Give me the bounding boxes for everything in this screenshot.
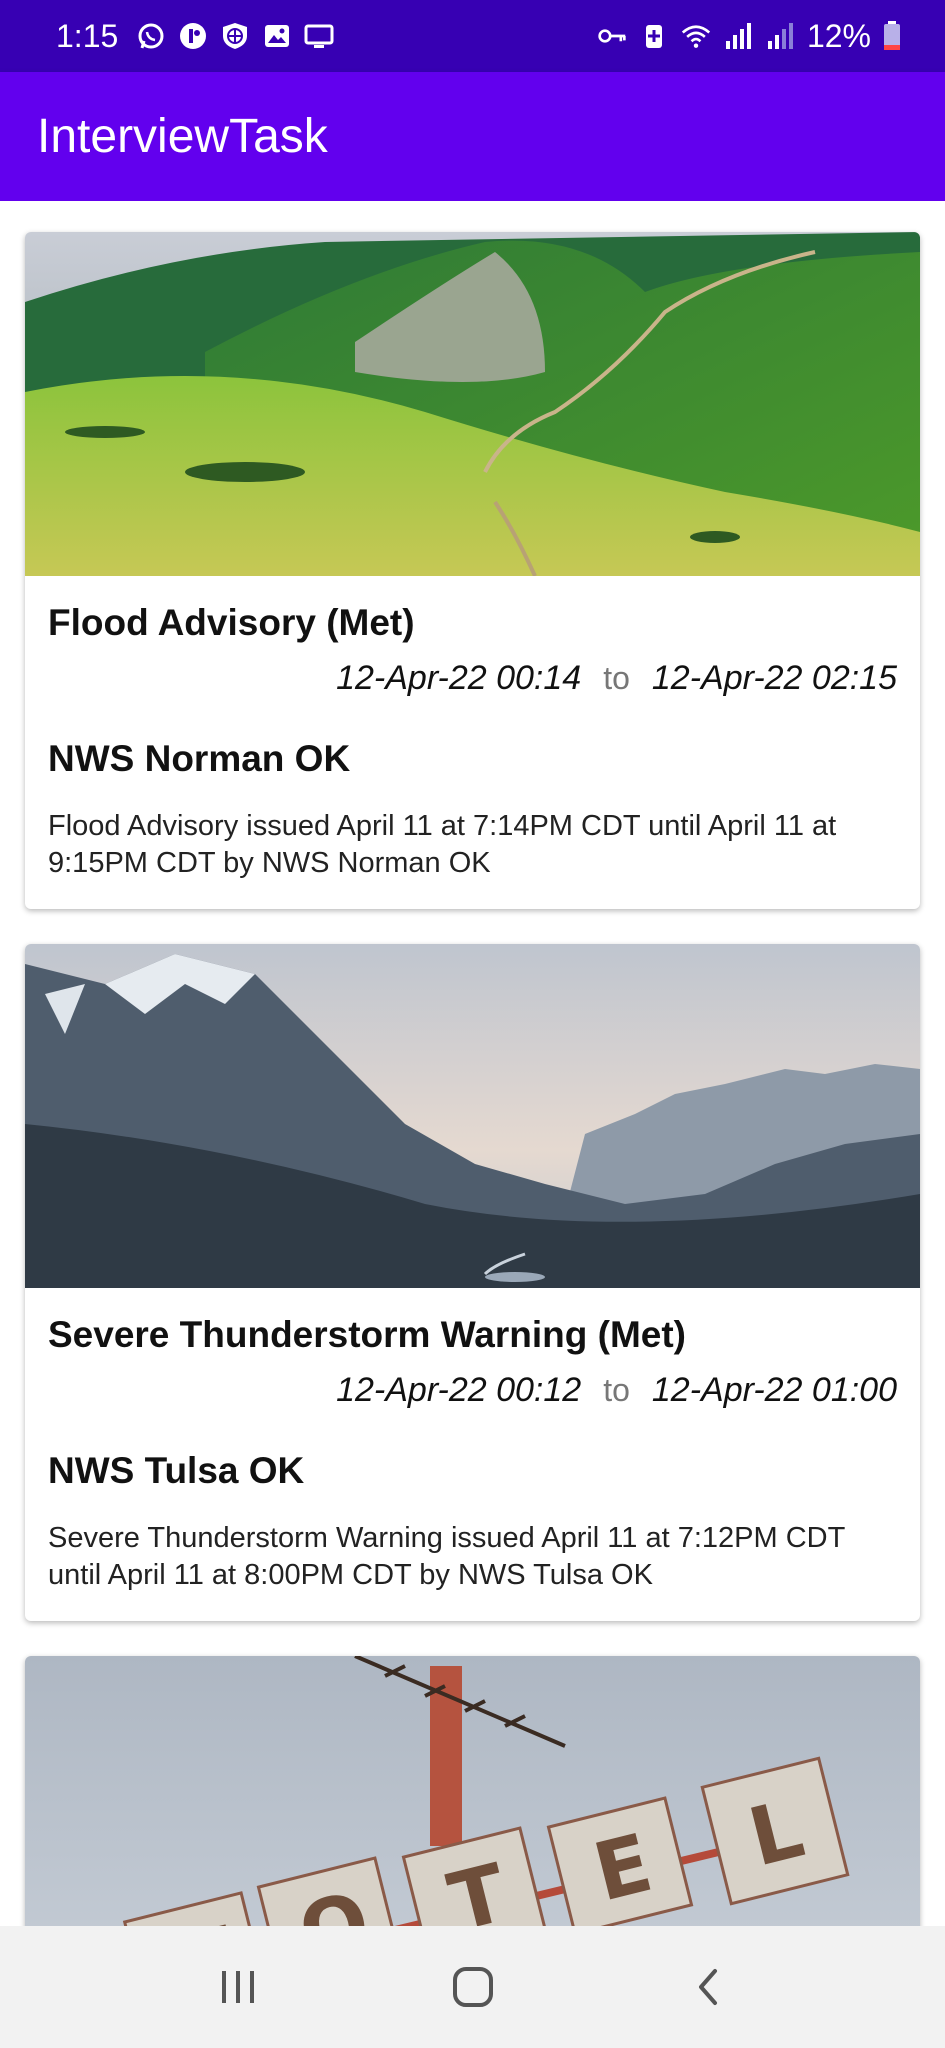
messenger-icon [180, 23, 207, 49]
end-date: 12-Apr-22 01:00 [651, 1370, 897, 1409]
app-bar: InterviewTask [0, 72, 945, 201]
date-range: 12-Apr-22 00:12 to 12-Apr-22 01:00 [48, 1371, 897, 1410]
alert-title: Flood Advisory (Met) [48, 602, 415, 643]
date-separator: to [603, 1371, 630, 1408]
status-left: 1:15 [56, 18, 334, 55]
battery-icon [884, 21, 900, 50]
screen-icon [304, 24, 334, 48]
end-date: 12-Apr-22 02:15 [651, 658, 897, 697]
back-button[interactable] [678, 1957, 738, 2017]
card-body: Flood Advisory (Met) 12-Apr-22 00:14 to … [25, 576, 920, 909]
vpn-icon [223, 23, 248, 49]
alert-description: Severe Thunderstorm Warning issued April… [48, 1521, 845, 1592]
status-bar: 1:15 12% [0, 0, 945, 72]
date-separator: to [603, 659, 630, 696]
issuing-office: NWS Norman OK [48, 737, 351, 779]
signal-icon-2 [767, 23, 793, 49]
alert-title: Severe Thunderstorm Warning (Met) [48, 1314, 686, 1355]
home-icon [452, 1967, 493, 2007]
status-right: 12% [597, 18, 901, 55]
alert-description: Flood Advisory issued April 11 at 7:14PM… [48, 809, 837, 880]
back-icon [698, 1969, 717, 2005]
start-date: 12-Apr-22 00:14 [336, 658, 582, 697]
wifi-icon [681, 25, 711, 48]
date-range: 12-Apr-22 00:14 to 12-Apr-22 02:15 [48, 659, 897, 698]
key-icon [598, 29, 626, 43]
gallery-icon [265, 25, 290, 47]
battery-percentage: 12% [806, 17, 871, 54]
whatsapp-icon [138, 23, 164, 49]
card-body: Severe Thunderstorm Warning (Met) 12-Apr… [25, 1288, 920, 1621]
battery-saver-icon [645, 25, 662, 48]
alert-feed[interactable]: Flood Advisory (Met) 12-Apr-22 00:14 to … [0, 201, 945, 1926]
alert-card[interactable]: M O T E L [25, 1656, 920, 1926]
app-title: InterviewTask [37, 110, 328, 163]
alert-card[interactable]: Flood Advisory (Met) 12-Apr-22 00:14 to … [25, 232, 920, 909]
signal-icon [725, 23, 751, 49]
meadow-mountain-photo [25, 232, 920, 576]
issuing-office: NWS Tulsa OK [48, 1449, 305, 1491]
navigation-bar [0, 1926, 945, 2048]
start-date: 12-Apr-22 00:12 [336, 1370, 582, 1409]
recent-apps-button[interactable] [208, 1957, 268, 2017]
recent-apps-icon [221, 1971, 254, 2003]
snowy-mountain-photo [25, 944, 920, 1288]
motel-sign-photo: M O T E L [25, 1656, 920, 1926]
alert-card[interactable]: Severe Thunderstorm Warning (Met) 12-Apr… [25, 944, 920, 1621]
status-time: 1:15 [56, 17, 119, 54]
home-button[interactable] [443, 1957, 503, 2017]
